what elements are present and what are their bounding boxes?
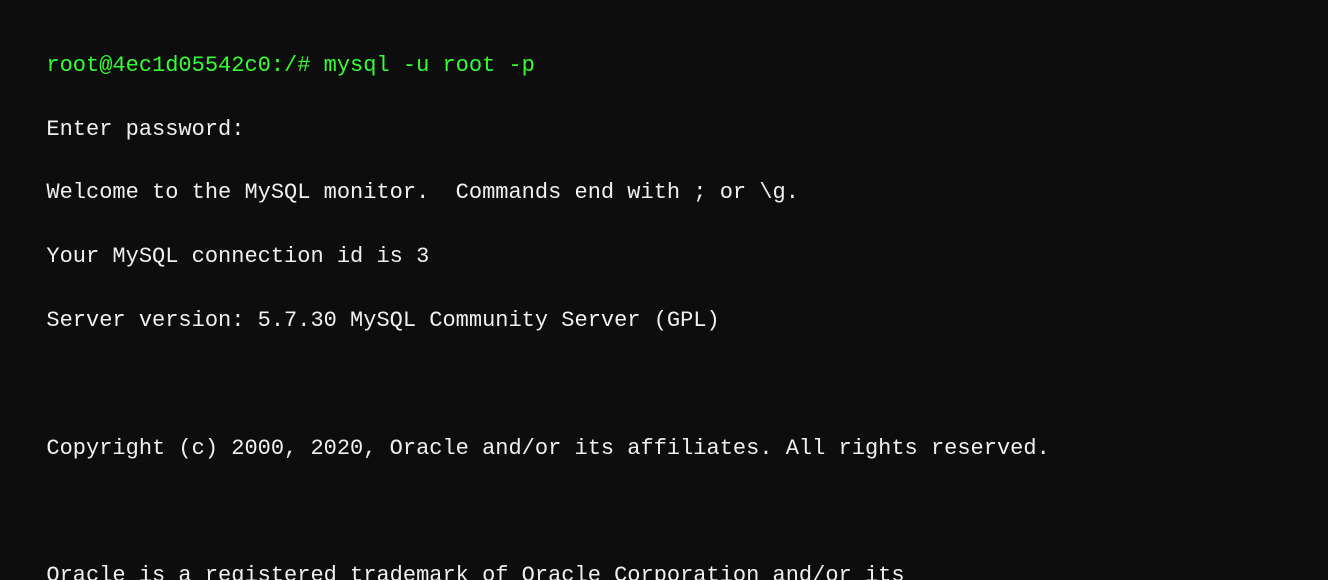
enter-password-line: Enter password: [46,117,244,142]
oracle-trademark-line1: Oracle is a registered trademark of Orac… [46,563,904,580]
connection-id-line: Your MySQL connection id is 3 [46,244,429,269]
copyright-line: Copyright (c) 2000, 2020, Oracle and/or … [46,436,1049,461]
welcome-line: Welcome to the MySQL monitor. Commands e… [46,180,799,205]
server-version-line: Server version: 5.7.30 MySQL Community S… [46,308,719,333]
terminal-window[interactable]: root@4ec1d05542c0:/# mysql -u root -p En… [0,0,1328,580]
command-line: root@4ec1d05542c0:/# mysql -u root -p [46,53,534,78]
